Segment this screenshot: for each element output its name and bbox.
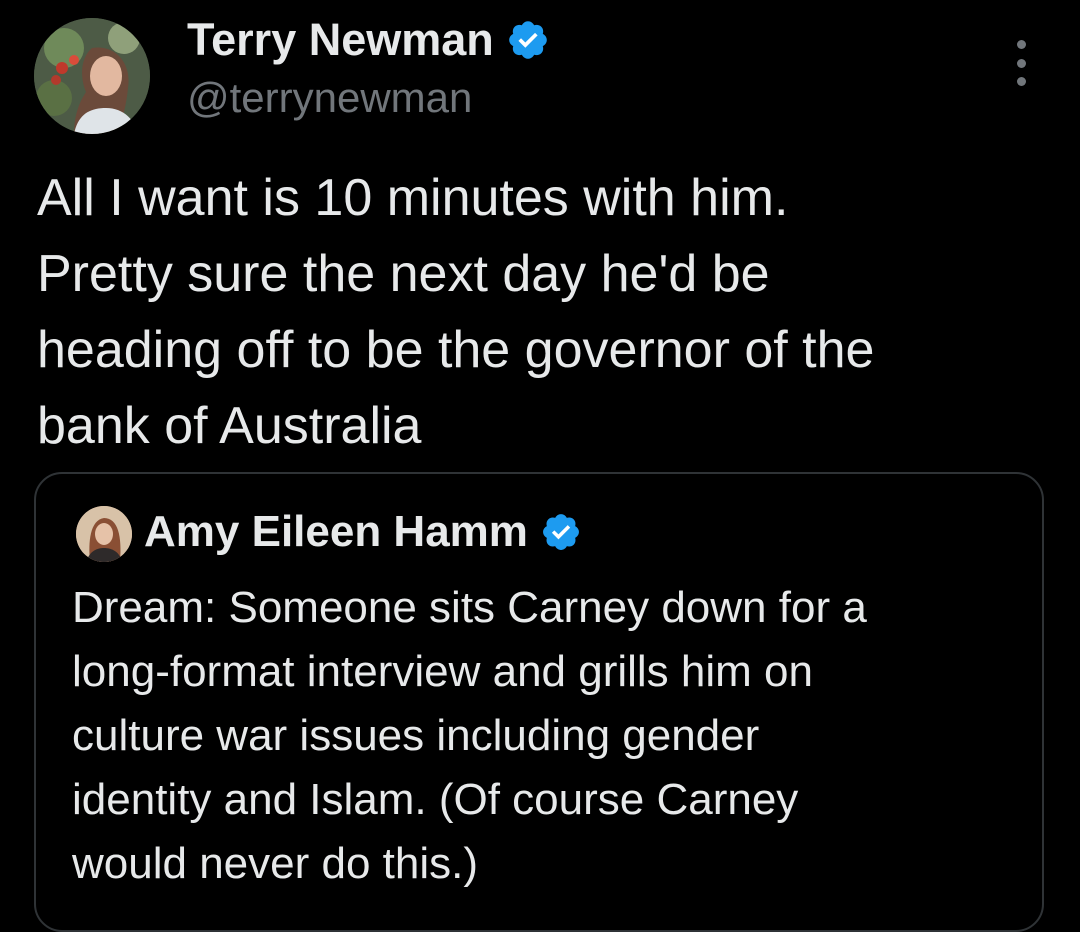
more-dot [1016,77,1026,86]
quoted-tweet-card[interactable]: Amy Eileen Hamm Dream: Someone sits Carn… [34,472,1044,932]
tweet-text: All I want is 10 minutes with him. Prett… [37,169,875,455]
verified-badge-icon [540,511,582,553]
more-dot [1016,40,1026,49]
quoted-tweet-text: Dream: Someone sits Carney down for a lo… [72,583,867,888]
author-name[interactable]: Terry Newman [187,14,550,66]
more-dot [1016,58,1026,68]
more-options-icon[interactable] [1006,40,1036,86]
author-handle[interactable]: @terrynewman [187,74,472,122]
quoted-author-name[interactable]: Amy Eileen Hamm [144,507,582,557]
author-name-text[interactable]: Terry Newman [187,14,494,66]
author-avatar[interactable] [34,18,150,134]
verified-badge-icon [506,18,550,62]
quoted-author-name-text[interactable]: Amy Eileen Hamm [144,507,528,557]
quoted-author-avatar[interactable] [76,506,132,562]
